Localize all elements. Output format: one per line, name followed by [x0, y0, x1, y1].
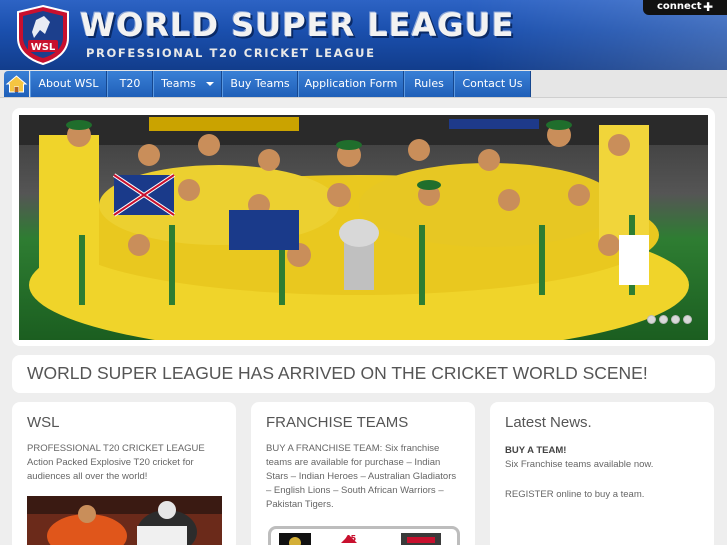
nav-rules[interactable]: Rules [404, 71, 454, 97]
team-celebration-photo [19, 115, 708, 340]
nav-label: Buy Teams [230, 77, 290, 90]
news-headline[interactable]: BUY A TEAM! [505, 444, 705, 458]
nav-t20[interactable]: T20 [107, 71, 153, 97]
svg-text:45: 45 [345, 534, 357, 543]
slider-dot[interactable] [647, 315, 656, 324]
franchise-column: FRANCHISE TEAMS BUY A FRANCHISE TEAM: Si… [251, 402, 475, 545]
news-title: Latest News. [505, 414, 592, 431]
wsl-photo[interactable] [27, 496, 222, 545]
wsl-line2: Action Packed Explosive T20 cricket for … [27, 457, 194, 482]
nav-home[interactable] [4, 71, 29, 97]
slider-dot[interactable] [683, 315, 692, 324]
nav-contact-us[interactable]: Contact Us [454, 71, 531, 97]
main-nav: About WSL T20 Teams Buy Teams Applicatio… [0, 70, 727, 98]
wsl-line1: PROFESSIONAL T20 CRICKET LEAGUE [27, 443, 205, 454]
wsl-logo[interactable]: WSL [14, 4, 72, 66]
nav-label: Application Form [304, 77, 398, 90]
chevron-down-icon [205, 82, 214, 86]
image-slider [12, 108, 715, 346]
news-line1: Six Franchise teams available now. [505, 459, 654, 470]
news-line2: REGISTER online to buy a team. [505, 489, 645, 500]
banner-text: WORLD SUPER LEAGUE HAS ARRIVED ON THE CR… [27, 363, 648, 383]
news-column: Latest News. BUY A TEAM! Six Franchise t… [490, 402, 714, 545]
connect-label: connect [657, 1, 702, 12]
nav-teams[interactable]: Teams [153, 71, 222, 97]
logo-text: WSL [31, 42, 56, 53]
player-photo [27, 496, 222, 545]
nav-application-form[interactable]: Application Form [298, 71, 404, 97]
team-logos-strip: 45 [268, 526, 460, 545]
franchise-text: BUY A FRANCHISE TEAM: Six franchise team… [266, 443, 457, 510]
plus-icon: ✚ [703, 0, 714, 14]
headline-banner: WORLD SUPER LEAGUE HAS ARRIVED ON THE CR… [12, 355, 715, 393]
nav-label: Contact Us [462, 77, 523, 90]
site-header: WSL WORLD SUPER LEAGUE PROFESSIONAL T20 … [0, 0, 727, 70]
slider-dots [647, 315, 692, 324]
slider-dot[interactable] [659, 315, 668, 324]
site-subtitle: PROFESSIONAL T20 CRICKET LEAGUE [86, 46, 376, 60]
connect-button[interactable]: connect ✚ [643, 0, 727, 15]
nav-label: Teams [161, 77, 196, 90]
slider-dot[interactable] [671, 315, 680, 324]
nav-label: Rules [414, 77, 444, 90]
franchise-title: FRANCHISE TEAMS [266, 414, 409, 431]
nav-label: About WSL [38, 77, 99, 90]
nav-about-wsl[interactable]: About WSL [30, 71, 107, 97]
wsl-column: WSL PROFESSIONAL T20 CRICKET LEAGUE Acti… [12, 402, 236, 545]
wsl-title: WSL [27, 414, 60, 431]
site-title: WORLD SUPER LEAGUE [80, 6, 515, 44]
nav-buy-teams[interactable]: Buy Teams [222, 71, 298, 97]
team-logos: 45 [279, 533, 441, 545]
nav-label: T20 [119, 77, 141, 90]
slide-photo[interactable] [19, 115, 708, 340]
home-icon [5, 75, 28, 93]
